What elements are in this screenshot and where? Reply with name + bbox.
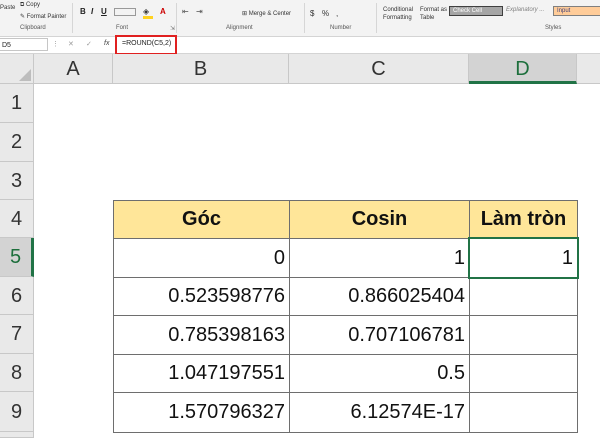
row-header-3[interactable]: 3 — [0, 162, 34, 200]
fill-color-swatch — [143, 16, 153, 19]
font-color-icon: A — [160, 7, 166, 16]
table-header-goc[interactable]: Góc — [113, 200, 290, 239]
spreadsheet-grid: A B C D 1 2 3 4 5 6 7 8 9 Góc Cosin Làm … — [0, 54, 600, 438]
row-header-10[interactable] — [0, 432, 34, 438]
bold-button[interactable]: B — [80, 7, 86, 16]
paint-bucket-icon: ◈ — [143, 7, 150, 16]
table-cell[interactable]: 0.866025404 — [289, 277, 470, 316]
select-all-corner[interactable] — [0, 54, 34, 84]
style-check-cell[interactable]: Check Cell — [449, 6, 503, 16]
insert-function-icon[interactable]: fx — [104, 40, 109, 47]
column-header-d[interactable]: D — [469, 54, 577, 84]
comma-format-button[interactable]: , — [336, 9, 338, 18]
table-header-cosin[interactable]: Cosin — [289, 200, 470, 239]
brush-icon: ✎ — [20, 14, 26, 20]
table-header-lam-tron[interactable]: Làm tròn — [469, 200, 578, 239]
row-header-1[interactable]: 1 — [0, 84, 34, 123]
indent-increase-icon[interactable]: ⇥ — [196, 7, 203, 16]
font-group-label: Font — [116, 25, 129, 31]
row-header-8[interactable]: 8 — [0, 354, 34, 392]
row-header-7[interactable]: 7 — [0, 315, 34, 354]
underline-button[interactable]: U — [101, 7, 107, 16]
row-header-4[interactable]: 4 — [0, 200, 34, 238]
row-header-2[interactable]: 2 — [0, 123, 34, 162]
table-cell[interactable]: 1.047197551 — [113, 354, 290, 393]
row-header-6[interactable]: 6 — [0, 277, 34, 315]
cancel-icon[interactable]: ✕ — [68, 40, 74, 48]
ribbon: Paste ⧉ Copy ✎ Format Painter Clipboard … — [0, 0, 600, 37]
currency-format-button[interactable]: $ — [310, 9, 314, 18]
borders-button[interactable] — [114, 8, 136, 16]
table-cell[interactable]: 0.707106781 — [289, 315, 470, 355]
merge-icon: ⊞ — [242, 11, 248, 17]
row-header-5[interactable]: 5 — [0, 238, 34, 277]
divider — [176, 3, 177, 33]
name-box[interactable]: D5 — [0, 38, 48, 51]
table-cell[interactable] — [469, 277, 578, 316]
table-cell[interactable] — [469, 315, 578, 355]
indent-decrease-icon[interactable]: ⇤ — [182, 7, 189, 16]
fill-color-button[interactable]: ◈ — [143, 7, 149, 16]
enter-icon[interactable]: ✓ — [86, 40, 92, 48]
conditional-formatting-button[interactable]: Conditional Formatting — [383, 6, 413, 22]
paste-button[interactable]: Paste — [0, 5, 15, 11]
column-header-b[interactable]: B — [113, 54, 289, 84]
formula-bar: D5 ⋮ ✕ ✓ fx =ROUND(C5,2) — [0, 37, 600, 54]
table-cell[interactable] — [469, 392, 578, 433]
row-header-9[interactable]: 9 — [0, 392, 34, 432]
copy-button[interactable]: ⧉ Copy — [20, 2, 40, 9]
more-icon: ⋮ — [52, 41, 59, 48]
copy-icon: ⧉ — [20, 2, 25, 8]
column-header-a[interactable]: A — [34, 54, 113, 84]
percent-format-button[interactable]: % — [322, 9, 329, 18]
number-group-label: Number — [330, 25, 352, 31]
divider — [376, 3, 377, 33]
column-header-c[interactable]: C — [289, 54, 469, 84]
format-as-table-button[interactable]: Format as Table — [420, 6, 447, 22]
clipboard-group-label: Clipboard — [20, 25, 46, 31]
table-cell[interactable] — [469, 354, 578, 393]
table-cell[interactable]: 1 — [289, 238, 470, 278]
corner-triangle-icon — [19, 69, 31, 81]
alignment-group-label: Alignment — [226, 25, 253, 31]
styles-group-label: Styles — [545, 25, 562, 31]
style-input[interactable]: Input — [553, 6, 600, 16]
table-cell[interactable]: 0.785398163 — [113, 315, 290, 355]
table-cell[interactable]: 0 — [113, 238, 290, 278]
format-painter-button[interactable]: ✎ Format Painter — [20, 13, 66, 20]
divider — [72, 3, 73, 33]
italic-button[interactable]: I — [91, 7, 93, 16]
table-cell[interactable]: 1.570796327 — [113, 392, 290, 433]
table-cell[interactable]: 6.12574E-17 — [289, 392, 470, 433]
divider — [304, 3, 305, 33]
column-header-e[interactable] — [577, 54, 600, 84]
font-color-button[interactable]: A — [160, 7, 166, 16]
style-explanatory[interactable]: Explanatory ... — [503, 6, 555, 14]
font-dialog-launcher-icon[interactable]: ⇲ — [170, 25, 175, 32]
active-cell-selection[interactable] — [468, 237, 579, 279]
table-cell[interactable]: 0.523598776 — [113, 277, 290, 316]
table-cell[interactable]: 0.5 — [289, 354, 470, 393]
merge-center-button[interactable]: ⊞ Merge & Center — [242, 10, 291, 17]
